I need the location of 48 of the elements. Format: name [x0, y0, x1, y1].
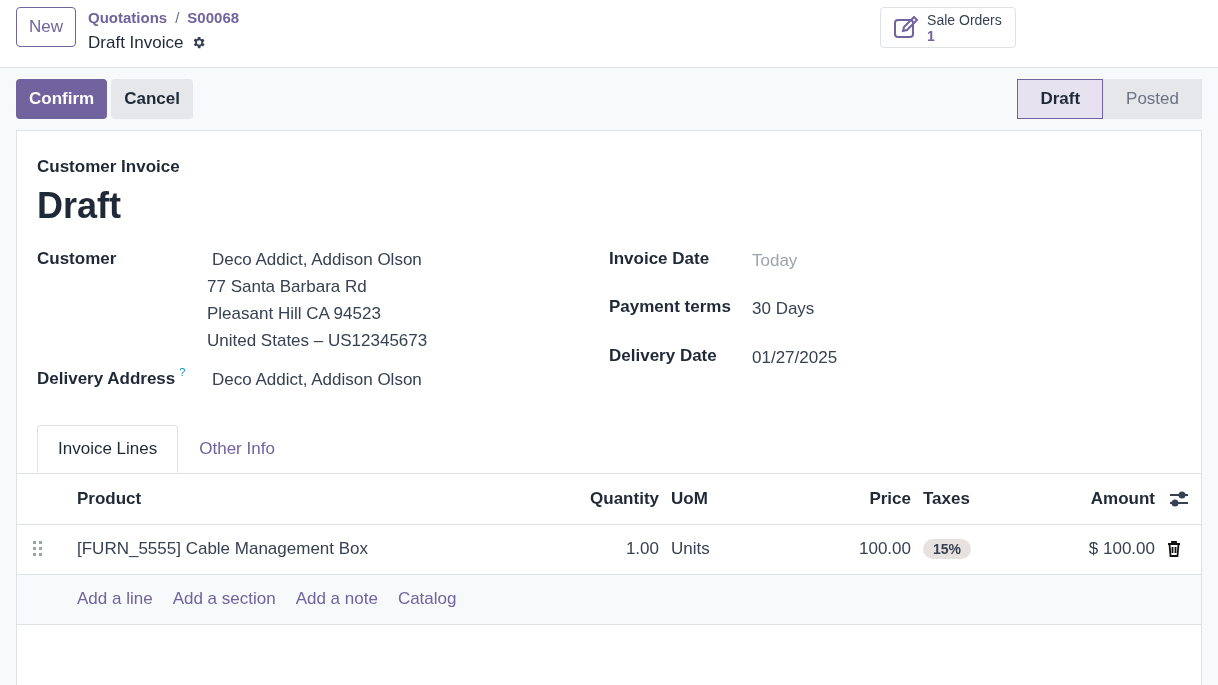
- breadcrumb-link[interactable]: Quotations: [88, 7, 168, 30]
- sale-orders-button[interactable]: Sale Orders 1: [880, 7, 1017, 48]
- field-label: Customer: [37, 247, 117, 270]
- status-step[interactable]: Posted: [1103, 79, 1202, 119]
- table-cell-text: $ 100.00: [1087, 538, 1155, 561]
- field-value[interactable]: Deco Addict, Addison Olson: [207, 245, 428, 273]
- field-value[interactable]: Deco Addict, Addison Olson: [207, 365, 422, 393]
- status-step[interactable]: Draft: [1017, 79, 1104, 119]
- document-type: Customer Invoice: [37, 156, 181, 178]
- gear-icon[interactable]: [191, 34, 207, 50]
- add-link[interactable]: Add a section: [172, 586, 276, 612]
- address-line: Pleasant Hill CA 94523: [207, 302, 382, 325]
- column-header[interactable]: Amount: [1001, 485, 1155, 512]
- address-line: United States – US12345673: [207, 329, 428, 352]
- tax-tag: 15%: [923, 539, 972, 560]
- column-header[interactable]: Quantity: [567, 485, 659, 512]
- add-link[interactable]: Catalog: [397, 586, 457, 612]
- table-cell-text: 100.00: [858, 538, 911, 561]
- tab[interactable]: Other Info: [178, 424, 296, 473]
- trash-icon[interactable]: [1167, 541, 1181, 557]
- new-button[interactable]: New: [16, 7, 76, 47]
- breadcrumb-separator: /: [175, 8, 180, 28]
- field-label: Delivery Address: [37, 367, 176, 390]
- cancel-button[interactable]: Cancel: [111, 79, 193, 119]
- table-cell-text: 1.00: [624, 538, 659, 561]
- field-value[interactable]: 01/27/2025: [752, 342, 838, 370]
- add-link[interactable]: Add a line: [77, 586, 153, 612]
- table-cell-text: Units: [670, 538, 711, 561]
- address-line: 77 Santa Barbara Rd: [207, 275, 368, 298]
- settings-icon[interactable]: [1169, 489, 1189, 508]
- help-mark[interactable]: ?: [179, 365, 186, 378]
- column-header[interactable]: Product: [77, 485, 567, 512]
- record-title: Draft Invoice: [88, 31, 184, 54]
- add-link[interactable]: Add a note: [295, 586, 378, 612]
- document-title: Draft: [37, 183, 122, 228]
- field-label: Delivery Date: [609, 344, 718, 367]
- drag-handle-icon[interactable]: [33, 541, 43, 557]
- column-header[interactable]: Taxes: [911, 485, 1001, 512]
- column-header[interactable]: Price: [759, 485, 911, 512]
- field-label: Invoice Date: [609, 247, 711, 270]
- table-cell-text: [FURN_5555] Cable Management Box: [77, 538, 370, 561]
- confirm-button[interactable]: Confirm: [16, 79, 108, 119]
- field-value[interactable]: 30 Days: [752, 294, 815, 322]
- column-header[interactable]: UoM: [659, 485, 759, 512]
- field-label: Payment terms: [609, 296, 732, 318]
- tab[interactable]: Invoice Lines: [37, 424, 179, 473]
- breadcrumb-link[interactable]: S00068: [187, 7, 240, 30]
- edit-icon: [893, 15, 920, 40]
